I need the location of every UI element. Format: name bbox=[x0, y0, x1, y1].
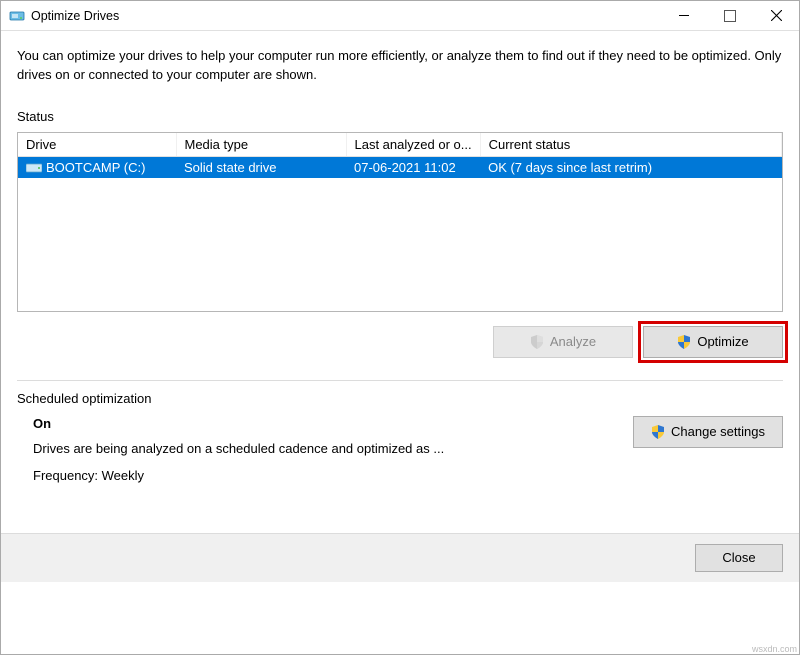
col-header-drive[interactable]: Drive bbox=[18, 133, 176, 157]
close-icon bbox=[771, 10, 782, 21]
optimize-label: Optimize bbox=[697, 334, 748, 349]
action-button-row: Analyze Optimize bbox=[17, 326, 783, 358]
table-header-row[interactable]: Drive Media type Last analyzed or o... C… bbox=[18, 133, 782, 157]
change-settings-button[interactable]: Change settings bbox=[633, 416, 783, 448]
drives-list[interactable]: Drive Media type Last analyzed or o... C… bbox=[17, 132, 783, 312]
cell-last: 07-06-2021 11:02 bbox=[346, 156, 480, 178]
close-button[interactable]: Close bbox=[695, 544, 783, 572]
schedule-title: Scheduled optimization bbox=[17, 391, 783, 406]
shield-icon bbox=[530, 335, 544, 349]
analyze-label: Analyze bbox=[550, 334, 596, 349]
drive-optimize-icon bbox=[9, 8, 25, 24]
footer-bar: Close bbox=[1, 533, 799, 582]
divider bbox=[17, 380, 783, 381]
cell-drive-text: BOOTCAMP (C:) bbox=[46, 160, 145, 175]
content-area: You can optimize your drives to help you… bbox=[1, 31, 799, 654]
maximize-button[interactable] bbox=[707, 1, 753, 30]
titlebar[interactable]: Optimize Drives bbox=[1, 1, 799, 31]
schedule-frequency: Frequency: Weekly bbox=[33, 468, 615, 483]
drive-icon bbox=[26, 162, 42, 174]
drives-table: Drive Media type Last analyzed or o... C… bbox=[18, 133, 782, 178]
minimize-button[interactable] bbox=[661, 1, 707, 30]
intro-text: You can optimize your drives to help you… bbox=[17, 47, 783, 85]
col-header-last[interactable]: Last analyzed or o... bbox=[346, 133, 480, 157]
schedule-description: Drives are being analyzed on a scheduled… bbox=[33, 441, 615, 456]
cell-status: OK (7 days since last retrim) bbox=[480, 156, 781, 178]
schedule-state: On bbox=[33, 416, 615, 431]
cell-media: Solid state drive bbox=[176, 156, 346, 178]
col-header-media[interactable]: Media type bbox=[176, 133, 346, 157]
schedule-row: On Drives are being analyzed on a schedu… bbox=[17, 416, 783, 483]
schedule-info: On Drives are being analyzed on a schedu… bbox=[17, 416, 615, 483]
status-label: Status bbox=[17, 109, 783, 124]
cell-drive: BOOTCAMP (C:) bbox=[18, 156, 176, 178]
table-row[interactable]: BOOTCAMP (C:) Solid state drive 07-06-20… bbox=[18, 156, 782, 178]
shield-icon bbox=[677, 335, 691, 349]
col-header-status[interactable]: Current status bbox=[480, 133, 781, 157]
change-settings-label: Change settings bbox=[671, 424, 765, 439]
optimize-button[interactable]: Optimize bbox=[643, 326, 783, 358]
window-title: Optimize Drives bbox=[31, 9, 119, 23]
analyze-button: Analyze bbox=[493, 326, 633, 358]
window-frame: Optimize Drives You can optimize your dr… bbox=[0, 0, 800, 655]
shield-icon bbox=[651, 425, 665, 439]
close-window-button[interactable] bbox=[753, 1, 799, 30]
watermark: wsxdn.com bbox=[752, 644, 797, 654]
